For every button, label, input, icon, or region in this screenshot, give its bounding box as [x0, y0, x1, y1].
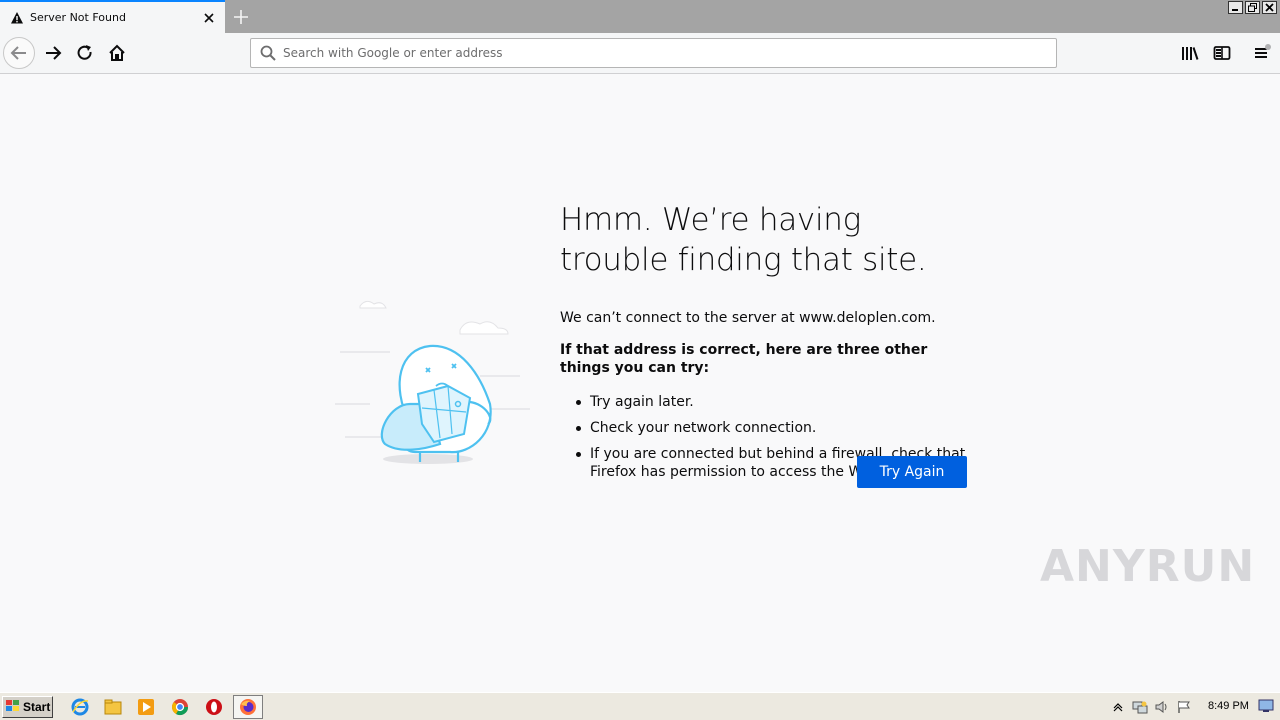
forward-arrow-icon	[46, 46, 62, 60]
watermark-text-right: RUN	[1145, 540, 1256, 592]
home-button[interactable]	[101, 37, 133, 69]
error-description: We can’t connect to the server at www.de…	[560, 310, 936, 326]
reload-button[interactable]	[69, 37, 101, 69]
new-tab-button[interactable]	[230, 6, 252, 28]
opera-icon[interactable]	[204, 697, 224, 717]
search-icon	[259, 44, 277, 62]
back-arrow-icon	[10, 46, 26, 60]
warning-icon	[9, 10, 25, 26]
minimize-button[interactable]	[1228, 1, 1243, 14]
list-item: Check your network connection.	[575, 419, 970, 437]
url-bar[interactable]	[250, 38, 1057, 68]
sidebar-button[interactable]	[1210, 41, 1234, 65]
hamburger-menu-icon	[1255, 44, 1271, 58]
firefox-icon[interactable]	[233, 695, 263, 719]
start-label: Start	[23, 700, 51, 714]
error-message: Hmm. We’re having trouble finding that s…	[560, 200, 970, 489]
anyrun-watermark: ANY RUN	[1040, 536, 1254, 596]
chrome-icon[interactable]	[170, 697, 190, 717]
library-icon	[1182, 47, 1199, 60]
nav-toolbar	[0, 33, 1280, 74]
reload-icon	[77, 45, 92, 60]
start-button[interactable]: Start	[2, 696, 53, 718]
action-center-flag-icon[interactable]	[1176, 699, 1192, 715]
media-player-icon[interactable]	[136, 697, 156, 717]
url-input[interactable]	[283, 46, 1056, 60]
clock: 8:49 PM	[1208, 700, 1249, 712]
taskbar: Start 8:49 PM	[0, 692, 1280, 720]
close-window-button[interactable]	[1262, 1, 1277, 14]
error-illustration	[330, 294, 540, 474]
tab-title: Server Not Found	[30, 11, 126, 24]
system-tray	[1104, 693, 1280, 720]
network-icon[interactable]	[1132, 699, 1148, 715]
library-button[interactable]	[1178, 41, 1202, 65]
list-item: Try again later.	[575, 393, 970, 411]
try-again-button[interactable]: Try Again	[857, 456, 967, 488]
error-suggestion-heading: If that address is correct, here are thr…	[560, 342, 928, 376]
show-desktop-icon[interactable]	[1258, 699, 1274, 713]
forward-button[interactable]	[37, 37, 69, 69]
page-content: Hmm. We’re having trouble finding that s…	[0, 74, 1280, 692]
watermark-text-left: ANY	[1040, 540, 1146, 592]
restore-button[interactable]	[1245, 1, 1260, 14]
chevron-up-icon[interactable]	[1110, 699, 1126, 715]
internet-explorer-icon[interactable]	[70, 697, 90, 717]
volume-icon[interactable]	[1154, 699, 1170, 715]
close-tab-icon[interactable]	[201, 10, 217, 26]
sidebar-icon	[1213, 46, 1231, 60]
error-title: Hmm. We’re having trouble finding that s…	[560, 202, 927, 278]
windows-logo-icon	[6, 699, 20, 715]
menu-button[interactable]	[1250, 41, 1274, 65]
home-icon	[109, 44, 125, 61]
file-explorer-icon[interactable]	[103, 697, 123, 717]
tab-server-not-found[interactable]: Server Not Found	[0, 0, 225, 33]
back-button[interactable]	[3, 37, 35, 69]
tab-strip: Server Not Found	[0, 0, 1280, 33]
